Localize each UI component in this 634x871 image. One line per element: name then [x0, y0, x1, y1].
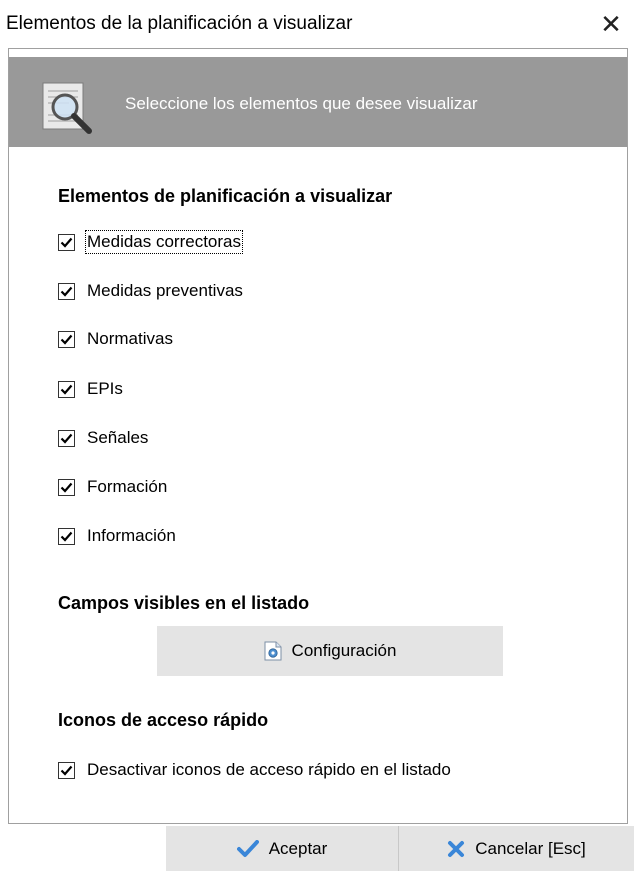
- checkbox-label: Desactivar iconos de acceso rápido en el…: [87, 760, 451, 779]
- checkbox-desactivar-iconos[interactable]: Desactivar iconos de acceso rápido en el…: [58, 758, 451, 782]
- configuration-button[interactable]: Configuración: [157, 626, 503, 676]
- check-icon: [60, 384, 73, 395]
- checkbox-box[interactable]: [58, 380, 75, 398]
- checkbox-box[interactable]: [58, 330, 75, 348]
- checkbox-normativas[interactable]: Normativas: [58, 327, 173, 351]
- checkmark-icon: [236, 839, 259, 857]
- checkbox-formacion[interactable]: Formación: [58, 475, 167, 499]
- checkbox-senales[interactable]: Señales: [58, 426, 148, 450]
- checkbox-box[interactable]: [58, 429, 75, 447]
- checkbox-label: Información: [87, 526, 176, 545]
- check-icon: [60, 237, 73, 248]
- header-band: Seleccione los elementos que desee visua…: [9, 57, 627, 147]
- checkbox-label: Medidas correctoras: [84, 230, 244, 254]
- checkbox-box[interactable]: [58, 527, 75, 545]
- configuration-button-label: Configuración: [291, 641, 397, 660]
- checkbox-label: EPIs: [87, 379, 123, 398]
- checkbox-label: Medidas preventivas: [87, 281, 243, 300]
- checkbox-label: Formación: [87, 477, 168, 496]
- checkbox-label: Señales: [87, 428, 149, 447]
- shortcuts-section-heading: Iconos de acceso rápido: [58, 710, 269, 730]
- close-icon: ✕: [600, 8, 622, 39]
- checkbox-box[interactable]: [58, 233, 75, 251]
- window-title: Elementos de la planificación a visualiz…: [6, 13, 353, 34]
- checkbox-box[interactable]: [58, 282, 75, 300]
- cancel-button[interactable]: Cancelar [Esc]: [399, 826, 634, 871]
- title-bar: Elementos de la planificación a visualiz…: [0, 0, 634, 48]
- check-icon: [60, 482, 73, 493]
- checkbox-box[interactable]: [58, 761, 75, 779]
- check-icon: [60, 765, 73, 776]
- fields-section-heading: Campos visibles en el listado: [58, 593, 310, 613]
- checkbox-informacion[interactable]: Información: [58, 524, 176, 548]
- search-document-icon: [42, 82, 92, 134]
- header-text: Seleccione los elementos que desee visua…: [125, 94, 478, 113]
- document-settings-icon: [264, 641, 282, 661]
- check-icon: [60, 286, 73, 297]
- check-icon: [60, 433, 73, 444]
- accept-button[interactable]: Aceptar: [166, 826, 398, 871]
- checkbox-medidas-correctoras[interactable]: Medidas correctoras: [58, 230, 244, 254]
- close-button[interactable]: ✕: [588, 0, 634, 48]
- check-icon: [60, 334, 73, 345]
- accept-button-label: Aceptar: [268, 838, 328, 858]
- checkbox-label: Normativas: [87, 329, 173, 348]
- check-icon: [60, 531, 73, 542]
- checkbox-box[interactable]: [58, 478, 75, 496]
- x-cancel-icon: [448, 840, 465, 857]
- planning-section-heading: Elementos de planificación a visualizar: [58, 186, 393, 206]
- checkbox-epis[interactable]: EPIs: [58, 377, 123, 401]
- checkbox-medidas-preventivas[interactable]: Medidas preventivas: [58, 279, 243, 303]
- cancel-button-label: Cancelar [Esc]: [475, 838, 586, 858]
